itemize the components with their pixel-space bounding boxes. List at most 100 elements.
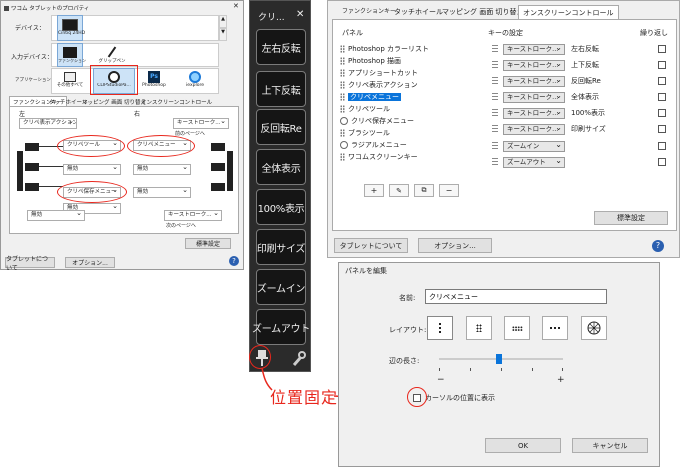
- length-slider-thumb[interactable]: [496, 354, 502, 364]
- toolbar-button-2[interactable]: 上下反転: [256, 71, 306, 107]
- left-key-6[interactable]: 無効: [27, 210, 85, 221]
- panel-item-6[interactable]: クリペツール: [340, 104, 390, 115]
- key-handle-1[interactable]: [492, 45, 498, 54]
- app-photoshop[interactable]: Ps Photoshop: [139, 69, 169, 93]
- slider-max: +: [557, 375, 565, 385]
- key-handle-2[interactable]: [492, 61, 498, 70]
- key-setting-6[interactable]: キーストローク...: [503, 124, 565, 135]
- repeat-checkbox-5[interactable]: [658, 109, 666, 117]
- panel-item-8[interactable]: ブラシツール: [340, 128, 390, 139]
- right-key-3[interactable]: 無効: [133, 164, 191, 175]
- repeat-checkbox-6[interactable]: [658, 125, 666, 133]
- key-setting-1[interactable]: キーストローク...: [503, 44, 565, 55]
- grip-icon: [340, 105, 345, 113]
- app-iexplore[interactable]: iexplore: [179, 69, 211, 93]
- wrench-icon[interactable]: [292, 351, 306, 367]
- layout-radial[interactable]: [581, 316, 607, 340]
- cursor-position-label: カーソルの位置に表示: [425, 394, 495, 402]
- about-tablet-button-left[interactable]: タブレットについて: [5, 256, 55, 272]
- key-label-2: 上下反転: [571, 61, 599, 69]
- repeat-checkbox-8[interactable]: [658, 158, 666, 166]
- key-handle-8[interactable]: [492, 158, 498, 167]
- key-setting-2[interactable]: キーストローク...: [503, 60, 565, 71]
- toolbar-button-1[interactable]: 左右反転: [256, 29, 306, 65]
- toolbar-button-7[interactable]: ズームイン: [256, 269, 306, 305]
- wacom-logo-icon: [4, 6, 9, 11]
- grip-icon: [340, 153, 345, 161]
- grip-icon: [340, 57, 345, 65]
- annotation-circle-tool: [57, 135, 125, 157]
- layout-grid[interactable]: [504, 316, 530, 340]
- remove-panel-button[interactable]: −: [439, 184, 459, 197]
- name-input[interactable]: [425, 289, 607, 304]
- panel-item-1[interactable]: Photoshop カラーリスト: [340, 44, 429, 55]
- panel-item-10[interactable]: ワコムスクリーンキー: [340, 152, 418, 163]
- key-setting-3[interactable]: キーストローク...: [503, 76, 565, 87]
- onscreen-settings-panel: ファンクションキー タッチホイール マッピング 画面 切り替え オンスクリーンコ…: [327, 0, 680, 258]
- key-setting-8[interactable]: ズームアウト: [503, 157, 565, 168]
- photoshop-icon: Ps: [148, 71, 160, 83]
- toolbar-title: クリ...: [258, 13, 285, 23]
- panel-item-2[interactable]: Photoshop 描画: [340, 56, 401, 67]
- cancel-button[interactable]: キャンセル: [572, 438, 648, 453]
- device-scroll-down-icon[interactable]: ▼: [219, 28, 227, 41]
- right-key-5[interactable]: キーストローク...: [164, 210, 222, 221]
- annotation-circle-save: [57, 181, 127, 203]
- key-label-5: 100%表示: [571, 109, 606, 117]
- layout-horizontal[interactable]: [542, 316, 568, 340]
- add-panel-button[interactable]: +: [364, 184, 384, 197]
- key-handle-4[interactable]: [492, 93, 498, 102]
- repeat-checkbox-4[interactable]: [658, 93, 666, 101]
- length-label: 辺の長さ:: [389, 357, 420, 365]
- right-key-4[interactable]: 無効: [133, 187, 191, 198]
- input-functions[interactable]: ファンクション: [57, 43, 86, 67]
- toolbar-button-6[interactable]: 印刷サイズ: [256, 229, 306, 265]
- key-setting-7[interactable]: ズームイン: [503, 141, 565, 152]
- left-key-1[interactable]: クリペ表示アクション: [19, 118, 77, 129]
- repeat-checkbox-1[interactable]: [658, 45, 666, 53]
- os-tab-mapping[interactable]: マッピング 画面 切り替え: [438, 5, 527, 19]
- left-key-3[interactable]: 無効: [63, 164, 121, 175]
- device-scroll-up-icon[interactable]: ▲: [219, 15, 227, 28]
- default-button-right[interactable]: 標準設定: [594, 211, 668, 225]
- key-setting-4[interactable]: キーストローク...: [503, 92, 565, 103]
- key-label-1: 左右反転: [571, 45, 599, 53]
- toolbar-button-8[interactable]: ズームアウト: [252, 309, 310, 345]
- about-tablet-button-right[interactable]: タブレットについて: [334, 238, 408, 253]
- cintiq-icon: [62, 19, 78, 31]
- ok-button[interactable]: OK: [485, 438, 561, 453]
- os-tab-onscreen[interactable]: オンスクリーンコントロール: [518, 5, 619, 19]
- toolbar-button-5[interactable]: 100%表示: [256, 189, 306, 225]
- panel-item-5-selected[interactable]: クリペメニュー: [340, 92, 401, 103]
- toolbar-button-4[interactable]: 全体表示: [256, 149, 306, 185]
- edit-panel-button[interactable]: ✎: [389, 184, 409, 197]
- key-handle-6[interactable]: [492, 125, 498, 134]
- repeat-checkbox-7[interactable]: [658, 142, 666, 150]
- duplicate-panel-button[interactable]: ⧉: [414, 184, 434, 197]
- help-icon-left[interactable]: ?: [229, 256, 239, 266]
- key-setting-5[interactable]: キーストローク...: [503, 108, 565, 119]
- panel-item-9[interactable]: ラジアルメニュー: [340, 140, 407, 151]
- layout-two-column[interactable]: [466, 316, 492, 340]
- help-icon-right[interactable]: ?: [652, 240, 664, 252]
- toolbar-button-3[interactable]: 反回転Re: [256, 109, 306, 145]
- right-key-1[interactable]: キーストローク...: [173, 118, 229, 129]
- options-button-left[interactable]: オプション...: [65, 257, 115, 268]
- default-button-left[interactable]: 標準設定: [185, 238, 231, 249]
- repeat-checkbox-3[interactable]: [658, 77, 666, 85]
- repeat-checkbox-2[interactable]: [658, 61, 666, 69]
- key-handle-7[interactable]: [492, 142, 498, 151]
- key-handle-3[interactable]: [492, 77, 498, 86]
- app-all[interactable]: その他すべて: [55, 69, 85, 93]
- key-handle-5[interactable]: [492, 109, 498, 118]
- radial-icon: [340, 117, 348, 125]
- layout-vertical[interactable]: [427, 316, 453, 340]
- input-pen[interactable]: グリップペン: [95, 43, 129, 67]
- device-cintiq[interactable]: Cintiq 24HD: [57, 15, 85, 41]
- panel-item-4[interactable]: クリペ表示アクション: [340, 80, 418, 91]
- options-button-right[interactable]: オプション...: [418, 238, 492, 253]
- toolbar-close-icon[interactable]: ✕: [296, 9, 304, 20]
- panel-item-7[interactable]: クリペ保存メニュー: [340, 116, 414, 127]
- window-close-icon[interactable]: ✕: [233, 2, 239, 10]
- panel-item-3[interactable]: アプリショートカット: [340, 68, 418, 79]
